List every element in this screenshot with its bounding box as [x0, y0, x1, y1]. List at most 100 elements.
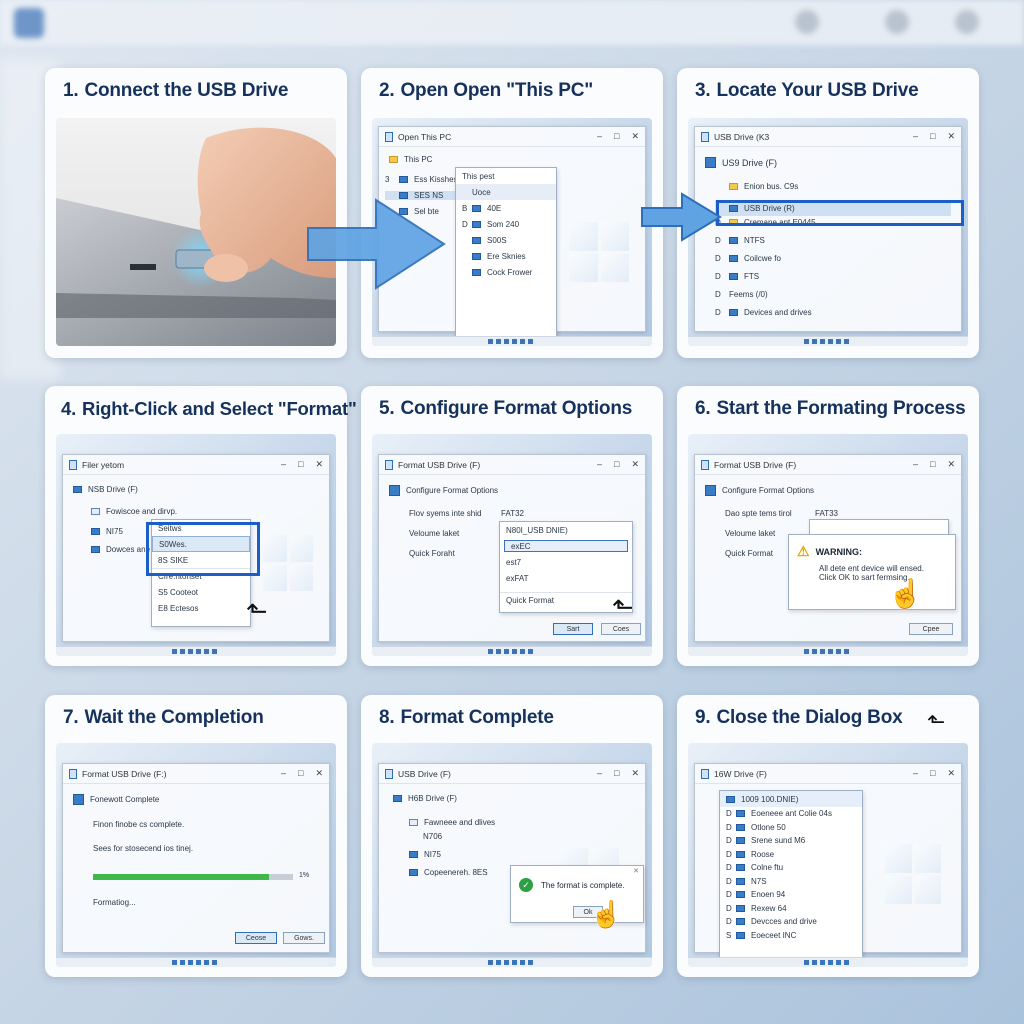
- volume-label-input[interactable]: N80I_USB DNIE): [500, 522, 632, 538]
- tree-item[interactable]: NTFS: [744, 236, 765, 245]
- minimize-button[interactable]: –: [281, 459, 286, 470]
- close-button[interactable]: ✕: [947, 768, 955, 779]
- maximize-button[interactable]: □: [614, 131, 619, 142]
- taskbar-app-icon[interactable]: [812, 649, 817, 654]
- taskbar-app-icon[interactable]: [820, 960, 825, 965]
- taskbar-app-icon[interactable]: [520, 960, 525, 965]
- tree-item[interactable]: Otlone 50: [751, 823, 786, 832]
- taskbar-app-icon[interactable]: [196, 649, 201, 654]
- tree-item[interactable]: Copeenereh. 8ES: [424, 868, 488, 877]
- tree-item[interactable]: NI75: [106, 527, 123, 536]
- close-button[interactable]: ✕: [947, 131, 955, 142]
- taskbar-app-icon[interactable]: [504, 339, 509, 344]
- taskbar-app-icon[interactable]: [528, 649, 533, 654]
- taskbar-app-icon[interactable]: [520, 649, 525, 654]
- tree-item[interactable]: Colne ftu: [751, 863, 783, 872]
- taskbar-app-icon[interactable]: [828, 649, 833, 654]
- maximize-button[interactable]: □: [930, 768, 935, 779]
- maximize-button[interactable]: □: [930, 131, 935, 142]
- taskbar-app-icon[interactable]: [496, 960, 501, 965]
- minimize-button[interactable]: –: [597, 768, 602, 779]
- maximize-button[interactable]: □: [614, 768, 619, 779]
- taskbar-app-icon[interactable]: [188, 960, 193, 965]
- maximize-button[interactable]: □: [614, 459, 619, 470]
- taskbar-app-icon[interactable]: [512, 339, 517, 344]
- taskbar-app-icon[interactable]: [836, 960, 841, 965]
- close-icon[interactable]: ✕: [633, 867, 639, 875]
- tree-root[interactable]: This PC: [404, 155, 432, 164]
- taskbar-app-icon[interactable]: [496, 649, 501, 654]
- panel-item[interactable]: 40E: [487, 204, 501, 213]
- taskbar-app-icon[interactable]: [172, 649, 177, 654]
- tree-item[interactable]: Fowiscoe and dirvp.: [106, 507, 177, 516]
- taskbar-app-icon[interactable]: [204, 649, 209, 654]
- taskbar-app-icon[interactable]: [804, 339, 809, 344]
- taskbar-app-icon[interactable]: [512, 649, 517, 654]
- panel-item[interactable]: Cock Frower: [487, 268, 532, 277]
- selected-option[interactable]: exEC: [504, 540, 628, 552]
- taskbar-app-icon[interactable]: [820, 649, 825, 654]
- tree-item[interactable]: Devcces and drive: [751, 917, 817, 926]
- taskbar-app-icon[interactable]: [496, 339, 501, 344]
- taskbar-app-icon[interactable]: [196, 960, 201, 965]
- panel-item[interactable]: Uoce: [472, 188, 491, 197]
- minimize-button[interactable]: –: [913, 459, 918, 470]
- taskbar-app-icon[interactable]: [488, 649, 493, 654]
- taskbar-app-icon[interactable]: [512, 960, 517, 965]
- minimize-button[interactable]: –: [597, 459, 602, 470]
- tree-item[interactable]: Enoen 94: [751, 890, 785, 899]
- taskbar-app-icon[interactable]: [488, 339, 493, 344]
- maximize-button[interactable]: □: [298, 768, 303, 779]
- tree-item[interactable]: FTS: [744, 272, 759, 281]
- taskbar-app-icon[interactable]: [828, 960, 833, 965]
- cancel-button[interactable]: Gows.: [283, 932, 325, 944]
- panel-item[interactable]: Ere Sknies: [487, 252, 526, 261]
- tree-item[interactable]: NI75: [424, 850, 441, 859]
- taskbar-app-icon[interactable]: [844, 960, 849, 965]
- file-system-value[interactable]: FAT32: [501, 509, 524, 518]
- close-button[interactable]: ✕: [315, 459, 323, 470]
- panel-item[interactable]: Som 240: [487, 220, 519, 229]
- close-button[interactable]: ✕: [947, 459, 955, 470]
- taskbar-app-icon[interactable]: [812, 339, 817, 344]
- tree-item[interactable]: Enion bus. C9s: [744, 182, 798, 191]
- close-button[interactable]: ✕: [631, 459, 639, 470]
- taskbar-app-icon[interactable]: [804, 960, 809, 965]
- tree-item[interactable]: Srene sund M6: [751, 836, 805, 845]
- close-button[interactable]: ✕: [315, 768, 323, 779]
- option-item[interactable]: est7: [500, 554, 632, 570]
- option-item[interactable]: exFAT: [500, 570, 632, 586]
- maximize-button[interactable]: □: [930, 459, 935, 470]
- taskbar-app-icon[interactable]: [828, 339, 833, 344]
- taskbar-app-icon[interactable]: [212, 649, 217, 654]
- menu-item[interactable]: E8 Ectesos: [152, 600, 250, 616]
- tree-item[interactable]: Feems (/0): [729, 290, 768, 299]
- taskbar-app-icon[interactable]: [180, 960, 185, 965]
- taskbar-app-icon[interactable]: [504, 960, 509, 965]
- tree-item[interactable]: Devices and drives: [744, 308, 812, 317]
- tree-item[interactable]: Ess Kisshes: [414, 175, 458, 184]
- taskbar-app-icon[interactable]: [504, 649, 509, 654]
- taskbar-app-icon[interactable]: [812, 960, 817, 965]
- start-button[interactable]: Sart: [553, 623, 593, 635]
- tree-item[interactable]: Roose: [751, 850, 774, 859]
- taskbar-app-icon[interactable]: [836, 649, 841, 654]
- tree-item[interactable]: Rexew 64: [751, 904, 787, 913]
- close-button[interactable]: ✕: [631, 768, 639, 779]
- close-button[interactable]: ✕: [631, 131, 639, 142]
- tree-item[interactable]: Eoeceet INC: [751, 931, 796, 940]
- close-dialog-button[interactable]: Coes: [601, 623, 641, 635]
- taskbar-app-icon[interactable]: [528, 960, 533, 965]
- taskbar-app-icon[interactable]: [172, 960, 177, 965]
- taskbar-app-icon[interactable]: [820, 339, 825, 344]
- close-button[interactable]: Ceose: [235, 932, 277, 944]
- taskbar-app-icon[interactable]: [520, 339, 525, 344]
- tree-item[interactable]: N706: [423, 832, 442, 841]
- taskbar-app-icon[interactable]: [204, 960, 209, 965]
- minimize-button[interactable]: –: [281, 768, 286, 779]
- minimize-button[interactable]: –: [913, 131, 918, 142]
- taskbar-app-icon[interactable]: [844, 339, 849, 344]
- taskbar-app-icon[interactable]: [212, 960, 217, 965]
- taskbar-app-icon[interactable]: [844, 649, 849, 654]
- minimize-button[interactable]: –: [913, 768, 918, 779]
